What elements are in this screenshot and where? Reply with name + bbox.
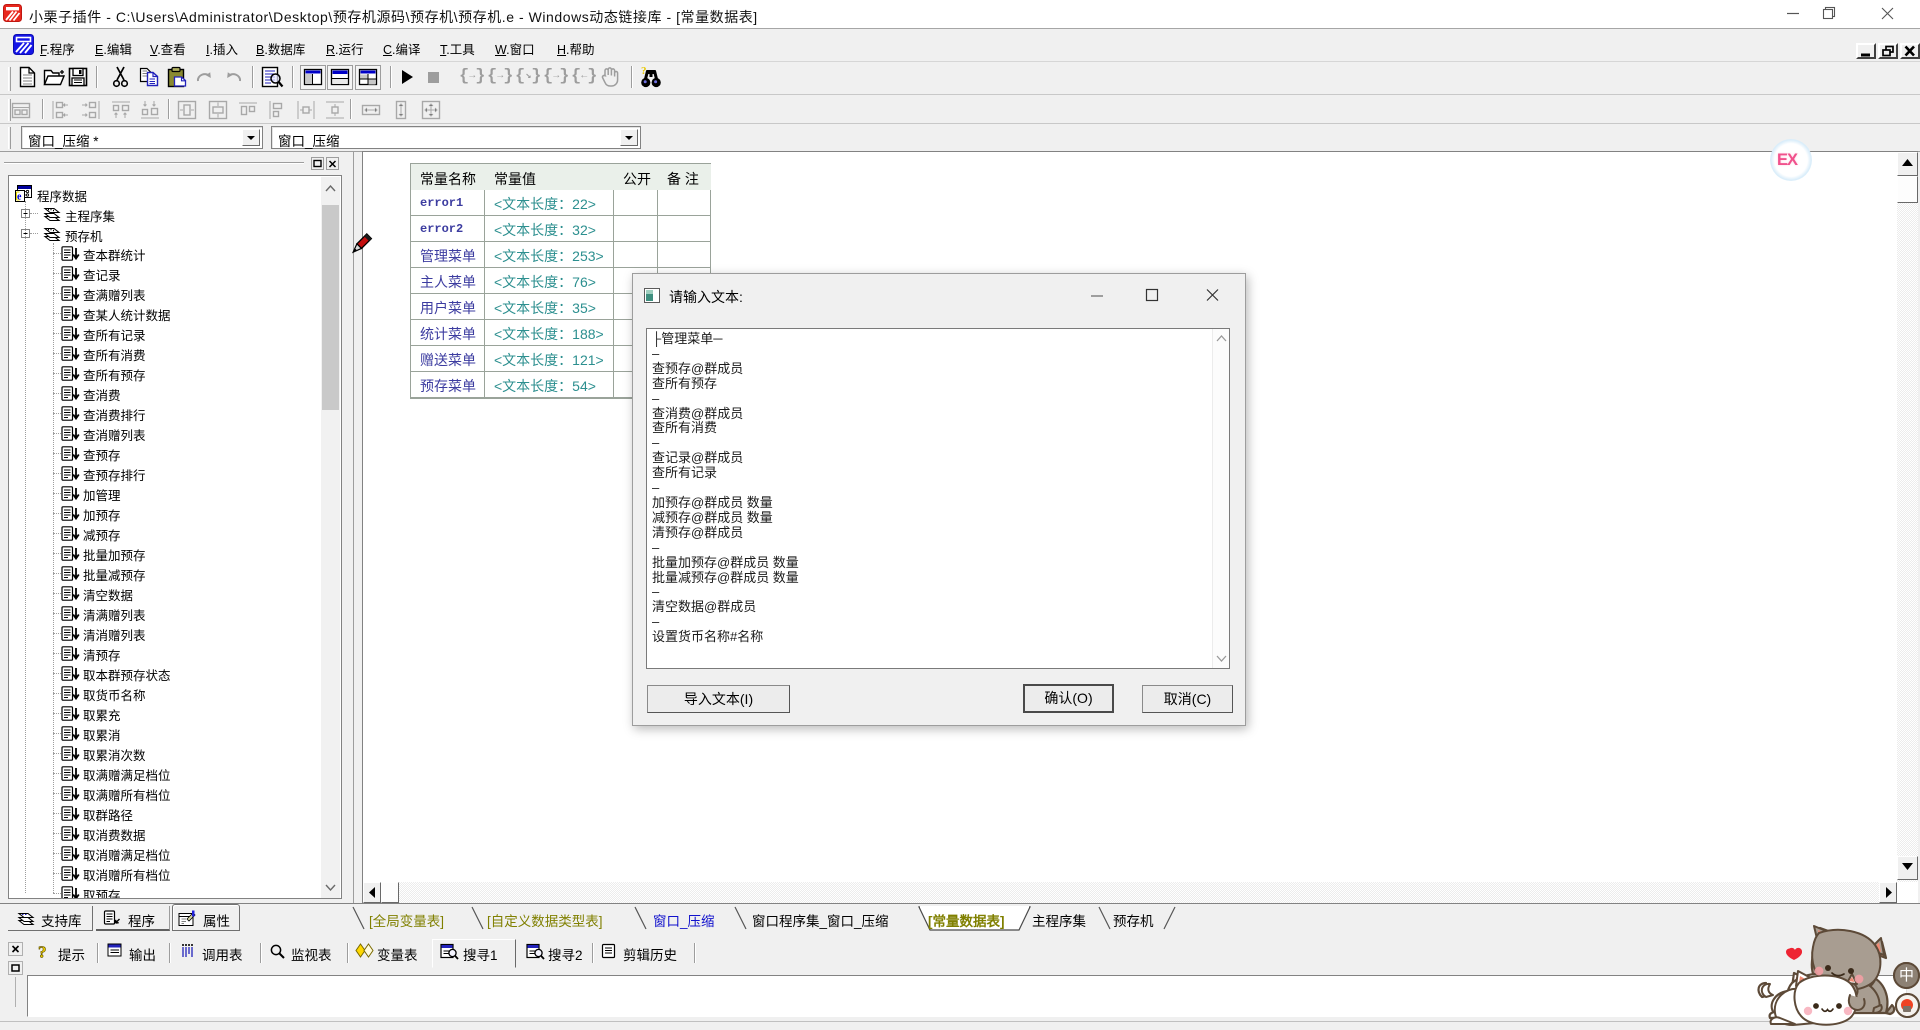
svg-text:?: ? [38,943,47,960]
